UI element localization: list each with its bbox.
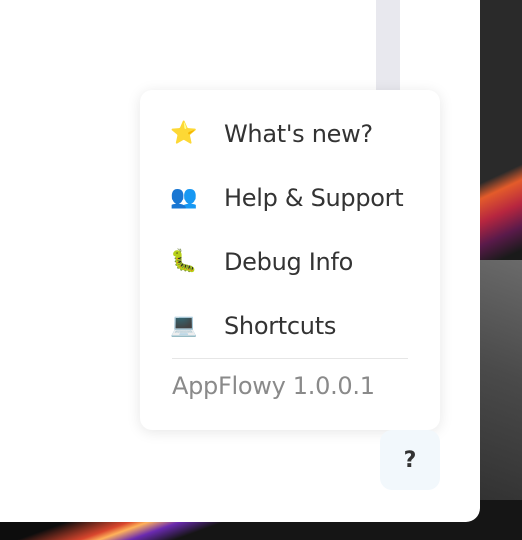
menu-item-help-support[interactable]: 👥 Help & Support bbox=[162, 174, 418, 222]
laptop-icon: 💻 bbox=[170, 313, 198, 338]
bug-icon: 🐛 bbox=[170, 249, 198, 274]
menu-item-label: Debug Info bbox=[224, 248, 353, 276]
menu-divider bbox=[172, 358, 408, 359]
menu-item-label: Shortcuts bbox=[224, 312, 337, 340]
menu-item-label: What's new? bbox=[224, 120, 373, 148]
help-menu-popup: ⭐ What's new? 👥 Help & Support 🐛 Debug I… bbox=[140, 90, 440, 430]
app-version: AppFlowy 1.0.0.1 bbox=[172, 372, 375, 400]
menu-item-shortcuts[interactable]: 💻 Shortcuts bbox=[162, 302, 418, 350]
menu-item-whats-new[interactable]: ⭐ What's new? bbox=[162, 110, 418, 158]
help-button[interactable]: ? bbox=[380, 430, 440, 490]
menu-item-debug-info[interactable]: 🐛 Debug Info bbox=[162, 238, 418, 286]
people-icon: 👥 bbox=[170, 185, 198, 210]
menu-item-label: Help & Support bbox=[224, 184, 404, 212]
star-icon: ⭐ bbox=[170, 121, 198, 146]
